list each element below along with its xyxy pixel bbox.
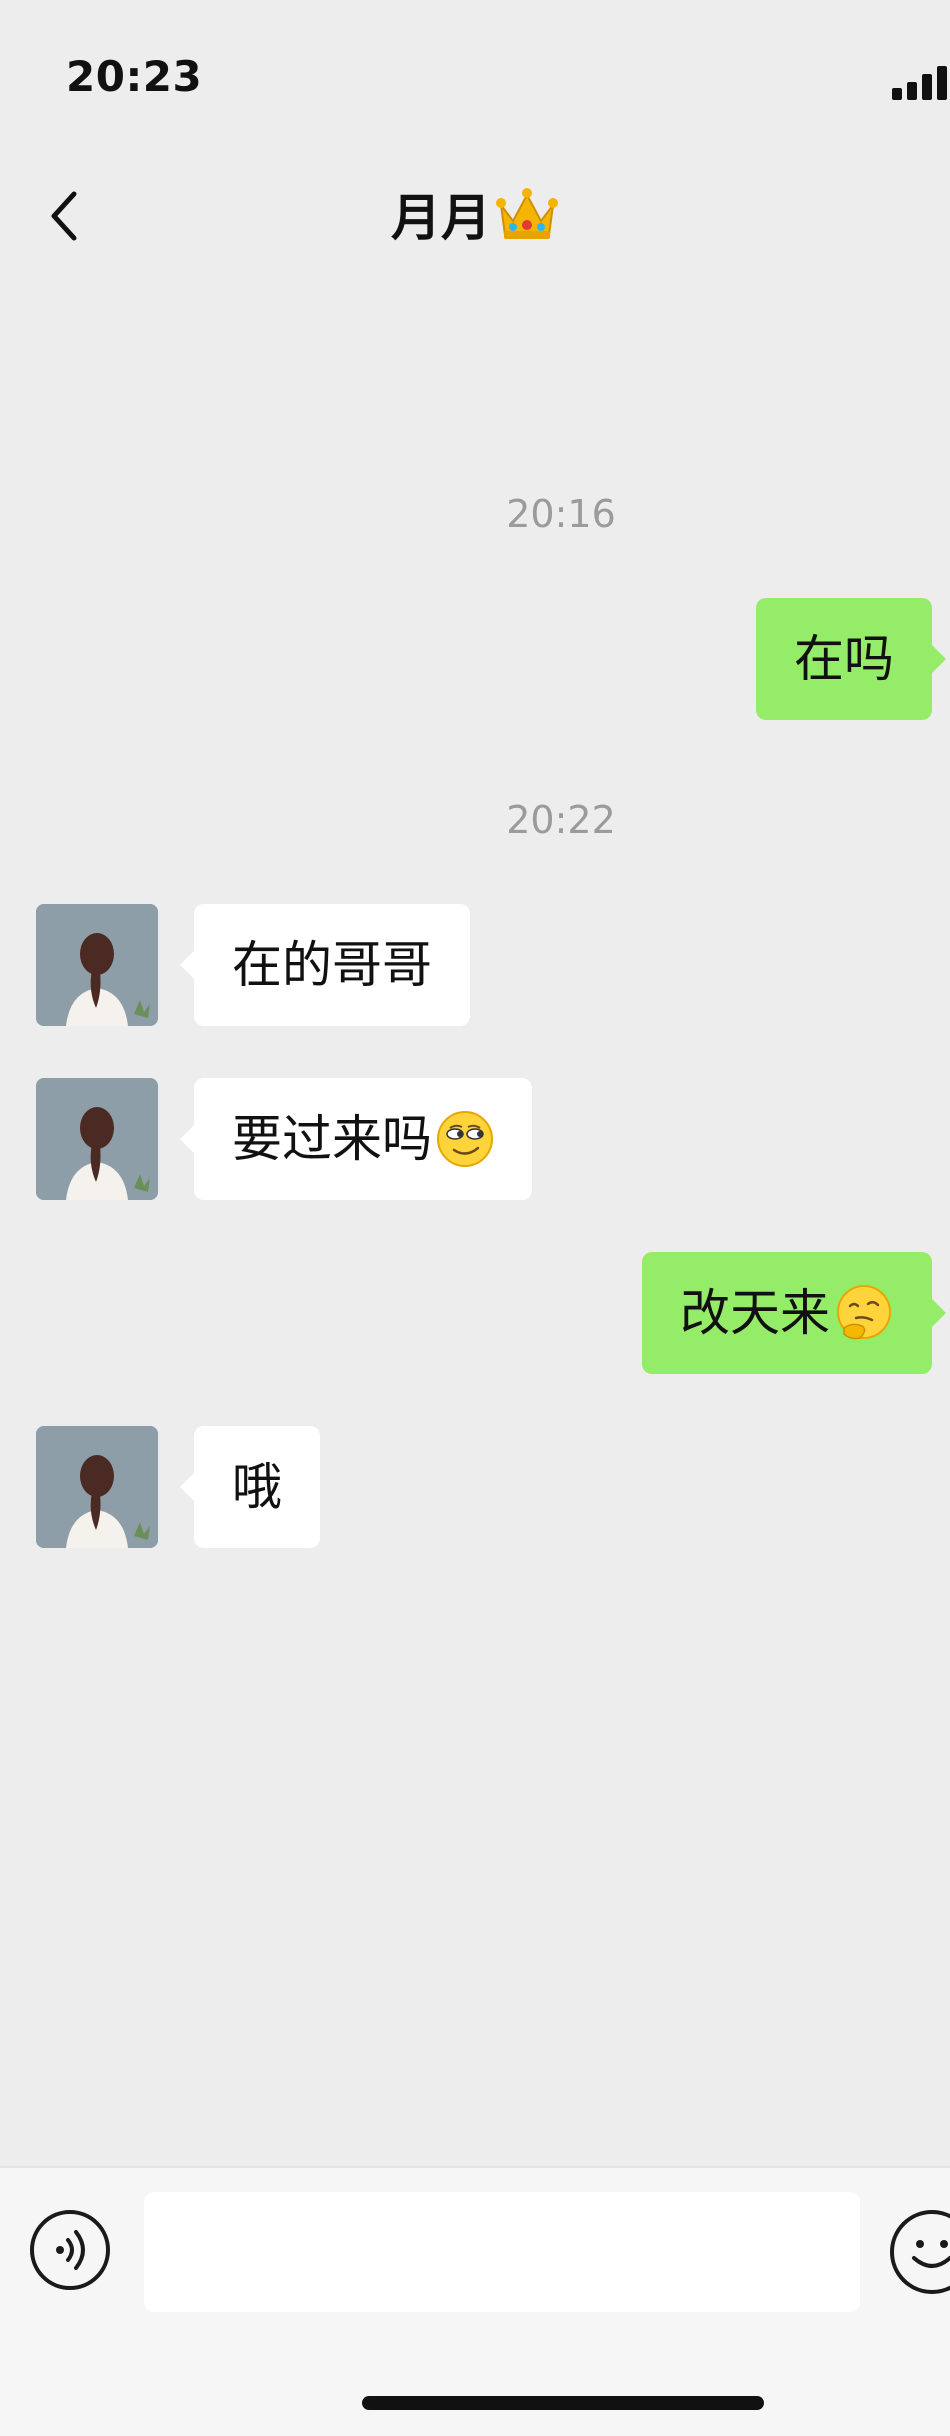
timestamp: 20:16 <box>506 492 616 536</box>
message-bubble-incoming[interactable]: 要过来吗 <box>180 1078 532 1200</box>
signal-icon <box>892 66 950 100</box>
chat-title: 月月 <box>0 184 950 260</box>
thinking-face-icon <box>834 1264 894 1386</box>
crown-icon <box>495 187 559 260</box>
message-text: 哦 <box>232 1458 282 1516</box>
chat-screen: 20:23 月月 20:16 在吗 20:22 在的哥哥 要过来吗 改天来 哦 <box>0 0 950 2436</box>
avatar-image <box>36 1426 158 1548</box>
avatar[interactable] <box>36 1426 158 1548</box>
message-input[interactable] <box>144 2192 860 2312</box>
voice-icon <box>56 2230 85 2270</box>
avatar-image <box>36 904 158 1026</box>
avatar[interactable] <box>36 904 158 1026</box>
chat-title-text: 月月 <box>391 189 491 247</box>
message-bubble-outgoing[interactable]: 在吗 <box>756 598 946 720</box>
status-time: 20:23 <box>66 52 203 101</box>
timestamp: 20:22 <box>506 798 616 842</box>
message-bubble-outgoing[interactable]: 改天来 <box>642 1252 946 1374</box>
emoji-button[interactable] <box>890 2210 950 2294</box>
voice-button[interactable] <box>30 2210 110 2290</box>
smirk-face-icon <box>436 1090 494 1212</box>
message-text: 要过来吗 <box>232 1110 432 1168</box>
home-indicator[interactable] <box>362 2396 764 2410</box>
message-text: 改天来 <box>680 1284 830 1342</box>
message-text: 在的哥哥 <box>232 936 432 994</box>
emoji-icon <box>912 2240 950 2268</box>
avatar-image <box>36 1078 158 1200</box>
message-bubble-incoming[interactable]: 哦 <box>180 1426 320 1548</box>
message-text: 在吗 <box>794 630 894 688</box>
avatar[interactable] <box>36 1078 158 1200</box>
message-bubble-incoming[interactable]: 在的哥哥 <box>180 904 470 1026</box>
